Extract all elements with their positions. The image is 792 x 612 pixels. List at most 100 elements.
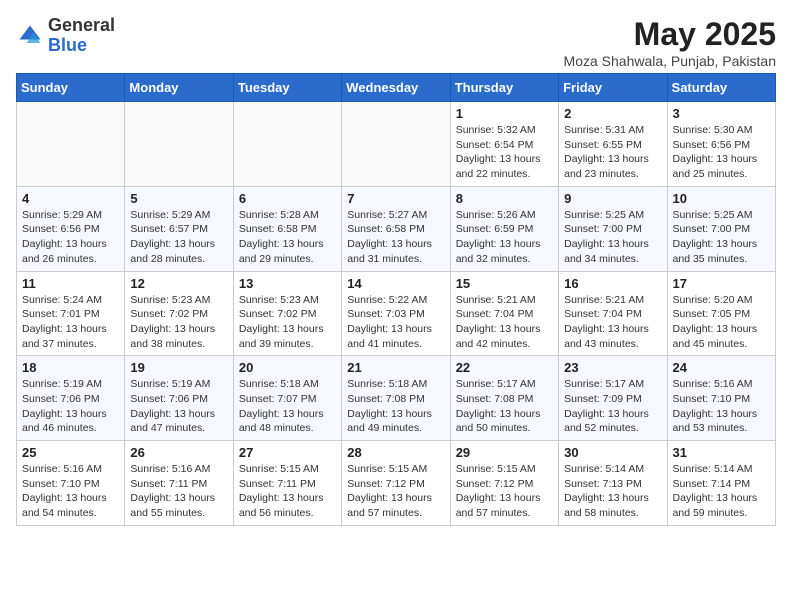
day-number: 30 (564, 445, 661, 460)
day-number: 31 (673, 445, 770, 460)
logo: General Blue (16, 16, 115, 56)
calendar-cell: 7Sunrise: 5:27 AMSunset: 6:58 PMDaylight… (342, 186, 450, 271)
calendar-week-row: 18 Sunrise: 5:19 AMSunset: 7:06 PMDayligh… (17, 356, 776, 441)
day-number: 16 (564, 276, 661, 291)
month-title: May 2025 (564, 16, 776, 53)
day-number: 8 (456, 191, 553, 206)
day-number: 29 (456, 445, 553, 460)
day-number: 12 (130, 276, 227, 291)
day-info: Sunrise: 5:17 AMSunset: 7:08 PMDaylight:… (456, 377, 553, 436)
header-sunday: Sunday (17, 74, 125, 102)
day-info: Sunrise: 5:29 AMSunset: 6:57 PMDaylight:… (130, 208, 227, 267)
day-info: Sunrise: 5:17 AMSunset: 7:09 PMDaylight:… (564, 377, 661, 436)
day-info: Sunrise: 5:18 AMSunset: 7:08 PMDaylight:… (347, 377, 444, 436)
calendar-cell: 4 Sunrise: 5:29 AMSunset: 6:56 PMDaylight… (17, 186, 125, 271)
title-block: May 2025 Moza Shahwala, Punjab, Pakistan (564, 16, 776, 69)
calendar-cell: 17Sunrise: 5:20 AMSunset: 7:05 PMDayligh… (667, 271, 775, 356)
calendar-cell: 29 Sunrise: 5:15 AMSunset: 7:12 PMDayligh… (450, 441, 558, 526)
calendar-cell: 30Sunrise: 5:14 AMSunset: 7:13 PMDayligh… (559, 441, 667, 526)
day-info: Sunrise: 5:15 AMSunset: 7:12 PMDaylight:… (347, 462, 444, 521)
day-number: 25 (22, 445, 119, 460)
calendar-cell: 3Sunrise: 5:30 AMSunset: 6:56 PMDaylight… (667, 102, 775, 187)
calendar-cell (125, 102, 233, 187)
calendar-cell: 1Sunrise: 5:32 AMSunset: 6:54 PMDaylight… (450, 102, 558, 187)
calendar-cell: 19 Sunrise: 5:19 AMSunset: 7:06 PMDayligh… (125, 356, 233, 441)
day-number: 11 (22, 276, 119, 291)
calendar-cell: 28 Sunrise: 5:15 AMSunset: 7:12 PMDayligh… (342, 441, 450, 526)
calendar-header-row: SundayMondayTuesdayWednesdayThursdayFrid… (17, 74, 776, 102)
calendar-cell: 27 Sunrise: 5:15 AMSunset: 7:11 PMDayligh… (233, 441, 341, 526)
day-info: Sunrise: 5:20 AMSunset: 7:05 PMDaylight:… (673, 293, 770, 352)
calendar-cell: 18 Sunrise: 5:19 AMSunset: 7:06 PMDayligh… (17, 356, 125, 441)
calendar-cell: 9 Sunrise: 5:25 AMSunset: 7:00 PMDaylight… (559, 186, 667, 271)
calendar-cell: 20 Sunrise: 5:18 AMSunset: 7:07 PMDayligh… (233, 356, 341, 441)
calendar-week-row: 11 Sunrise: 5:24 AMSunset: 7:01 PMDayligh… (17, 271, 776, 356)
day-info: Sunrise: 5:23 AMSunset: 7:02 PMDaylight:… (130, 293, 227, 352)
calendar-cell (342, 102, 450, 187)
day-info: Sunrise: 5:16 AMSunset: 7:10 PMDaylight:… (22, 462, 119, 521)
calendar-cell: 23 Sunrise: 5:17 AMSunset: 7:09 PMDayligh… (559, 356, 667, 441)
calendar-cell: 26Sunrise: 5:16 AMSunset: 7:11 PMDayligh… (125, 441, 233, 526)
day-number: 5 (130, 191, 227, 206)
day-info: Sunrise: 5:25 AMSunset: 7:00 PMDaylight:… (673, 208, 770, 267)
day-number: 9 (564, 191, 661, 206)
day-info: Sunrise: 5:29 AMSunset: 6:56 PMDaylight:… (22, 208, 119, 267)
day-number: 24 (673, 360, 770, 375)
day-number: 2 (564, 106, 661, 121)
day-number: 19 (130, 360, 227, 375)
header-thursday: Thursday (450, 74, 558, 102)
day-info: Sunrise: 5:21 AMSunset: 7:04 PMDaylight:… (564, 293, 661, 352)
day-number: 13 (239, 276, 336, 291)
day-number: 7 (347, 191, 444, 206)
calendar-cell: 8Sunrise: 5:26 AMSunset: 6:59 PMDaylight… (450, 186, 558, 271)
day-info: Sunrise: 5:25 AMSunset: 7:00 PMDaylight:… (564, 208, 661, 267)
logo-blue-text: Blue (48, 35, 87, 55)
day-info: Sunrise: 5:18 AMSunset: 7:07 PMDaylight:… (239, 377, 336, 436)
day-info: Sunrise: 5:28 AMSunset: 6:58 PMDaylight:… (239, 208, 336, 267)
header-friday: Friday (559, 74, 667, 102)
calendar-cell: 10 Sunrise: 5:25 AMSunset: 7:00 PMDayligh… (667, 186, 775, 271)
day-info: Sunrise: 5:22 AMSunset: 7:03 PMDaylight:… (347, 293, 444, 352)
day-info: Sunrise: 5:19 AMSunset: 7:06 PMDaylight:… (22, 377, 119, 436)
day-info: Sunrise: 5:14 AMSunset: 7:14 PMDaylight:… (673, 462, 770, 521)
calendar-cell: 22 Sunrise: 5:17 AMSunset: 7:08 PMDayligh… (450, 356, 558, 441)
day-info: Sunrise: 5:24 AMSunset: 7:01 PMDaylight:… (22, 293, 119, 352)
day-info: Sunrise: 5:19 AMSunset: 7:06 PMDaylight:… (130, 377, 227, 436)
calendar-cell: 21 Sunrise: 5:18 AMSunset: 7:08 PMDayligh… (342, 356, 450, 441)
day-number: 28 (347, 445, 444, 460)
calendar-week-row: 1Sunrise: 5:32 AMSunset: 6:54 PMDaylight… (17, 102, 776, 187)
day-info: Sunrise: 5:21 AMSunset: 7:04 PMDaylight:… (456, 293, 553, 352)
calendar-table: SundayMondayTuesdayWednesdayThursdayFrid… (16, 73, 776, 526)
calendar-cell: 2 Sunrise: 5:31 AMSunset: 6:55 PMDaylight… (559, 102, 667, 187)
day-number: 21 (347, 360, 444, 375)
day-info: Sunrise: 5:23 AMSunset: 7:02 PMDaylight:… (239, 293, 336, 352)
calendar-cell: 14 Sunrise: 5:22 AMSunset: 7:03 PMDayligh… (342, 271, 450, 356)
calendar-cell: 31 Sunrise: 5:14 AMSunset: 7:14 PMDayligh… (667, 441, 775, 526)
calendar-cell: 25 Sunrise: 5:16 AMSunset: 7:10 PMDayligh… (17, 441, 125, 526)
day-number: 15 (456, 276, 553, 291)
logo-icon (16, 22, 44, 50)
day-info: Sunrise: 5:15 AMSunset: 7:11 PMDaylight:… (239, 462, 336, 521)
day-number: 14 (347, 276, 444, 291)
day-number: 18 (22, 360, 119, 375)
day-number: 10 (673, 191, 770, 206)
calendar-cell: 16 Sunrise: 5:21 AMSunset: 7:04 PMDayligh… (559, 271, 667, 356)
calendar-week-row: 4 Sunrise: 5:29 AMSunset: 6:56 PMDaylight… (17, 186, 776, 271)
header-monday: Monday (125, 74, 233, 102)
day-info: Sunrise: 5:32 AMSunset: 6:54 PMDaylight:… (456, 123, 553, 182)
day-info: Sunrise: 5:15 AMSunset: 7:12 PMDaylight:… (456, 462, 553, 521)
day-number: 27 (239, 445, 336, 460)
day-number: 23 (564, 360, 661, 375)
location-text: Moza Shahwala, Punjab, Pakistan (564, 53, 776, 69)
day-info: Sunrise: 5:31 AMSunset: 6:55 PMDaylight:… (564, 123, 661, 182)
day-number: 6 (239, 191, 336, 206)
day-number: 4 (22, 191, 119, 206)
calendar-cell: 6 Sunrise: 5:28 AMSunset: 6:58 PMDaylight… (233, 186, 341, 271)
calendar-cell: 5 Sunrise: 5:29 AMSunset: 6:57 PMDaylight… (125, 186, 233, 271)
day-number: 22 (456, 360, 553, 375)
calendar-week-row: 25 Sunrise: 5:16 AMSunset: 7:10 PMDayligh… (17, 441, 776, 526)
day-info: Sunrise: 5:30 AMSunset: 6:56 PMDaylight:… (673, 123, 770, 182)
calendar-cell: 11 Sunrise: 5:24 AMSunset: 7:01 PMDayligh… (17, 271, 125, 356)
day-info: Sunrise: 5:16 AMSunset: 7:11 PMDaylight:… (130, 462, 227, 521)
day-number: 20 (239, 360, 336, 375)
